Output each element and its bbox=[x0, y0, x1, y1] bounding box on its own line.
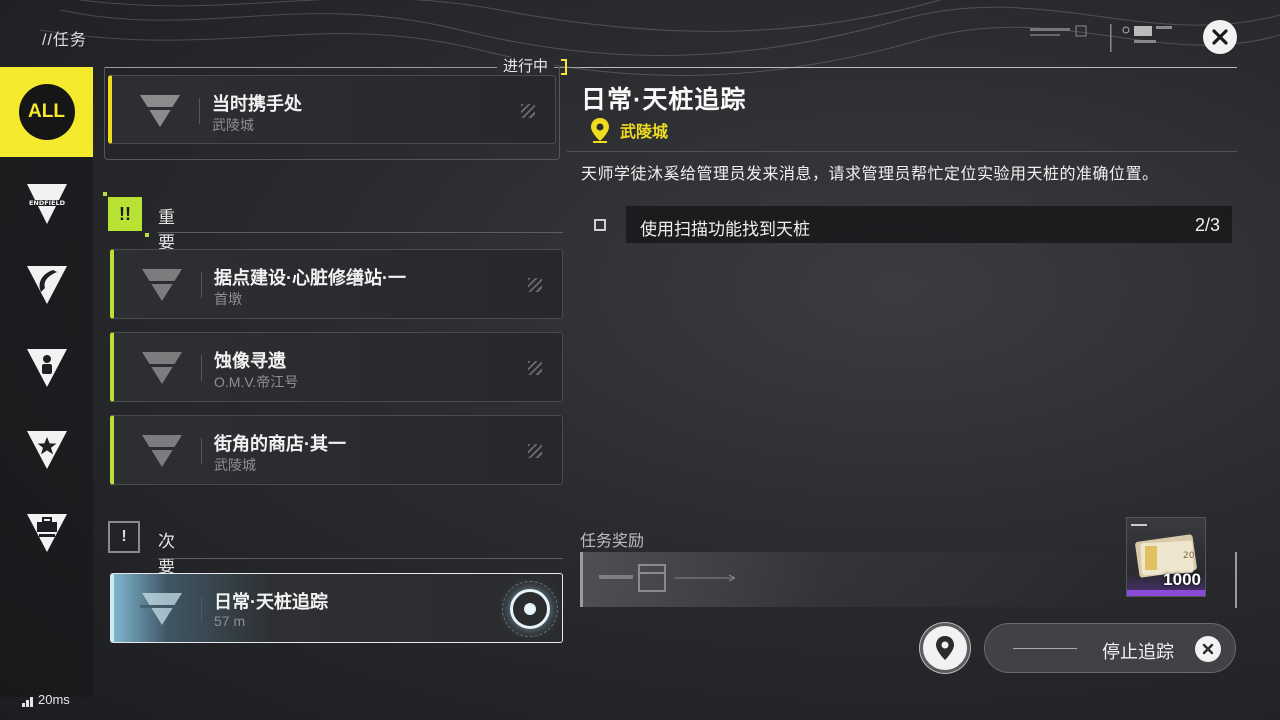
category-all[interactable]: ALL bbox=[0, 67, 93, 157]
stop-tracking-button[interactable]: 停止追踪 bbox=[984, 623, 1236, 673]
stop-tracking-label: 停止追踪 bbox=[1102, 642, 1174, 662]
quest-card-important-2[interactable]: 街角的商店·其一 武陵城 bbox=[110, 415, 563, 485]
important-section-label: 重要 bbox=[158, 208, 175, 252]
banknote-denomination: 20 bbox=[1183, 551, 1195, 561]
quest-location: 武陵城 bbox=[212, 117, 254, 133]
quest-emblem-icon bbox=[140, 593, 184, 625]
category-person[interactable] bbox=[0, 322, 93, 412]
quest-card-important-0[interactable]: 据点建设·心脏修缮站·一 首墩 bbox=[110, 249, 563, 319]
x-icon bbox=[1202, 643, 1214, 655]
ping-value: 20ms bbox=[38, 692, 70, 707]
double-exclamation-icon: !! bbox=[108, 197, 142, 231]
quest-divider bbox=[201, 596, 202, 622]
quest-divider bbox=[201, 272, 202, 298]
objective-checkbox[interactable] bbox=[594, 219, 606, 231]
category-briefcase[interactable] bbox=[0, 487, 93, 577]
quest-name: 据点建设·心脏修缮站·一 bbox=[214, 268, 406, 288]
reward-strip bbox=[580, 552, 1120, 607]
quest-card-important-1[interactable]: 蚀像寻遗 O.M.V.帝江号 bbox=[110, 332, 563, 402]
quest-location: O.M.V.帝江号 bbox=[214, 374, 299, 390]
hatch-decor-icon bbox=[528, 278, 542, 292]
reward-item[interactable]: 20 1000 bbox=[1126, 517, 1206, 597]
reward-label: 任务奖励 bbox=[580, 533, 645, 550]
quest-name: 当时携手处 bbox=[212, 94, 302, 114]
category-blade[interactable] bbox=[0, 239, 93, 329]
close-icon bbox=[1212, 29, 1228, 45]
page-title: //任务 bbox=[42, 32, 87, 49]
quest-distance: 57 m bbox=[214, 613, 246, 629]
location-pin-icon bbox=[591, 118, 609, 143]
reward-item-count: 1000 bbox=[1163, 570, 1201, 589]
quest-emblem-icon bbox=[140, 352, 184, 384]
detail-title: 日常·天桩追踪 bbox=[581, 86, 747, 114]
detail-description: 天师学徒沐奚给管理员发来消息，请求管理员帮忙定位实验用天桩的准确位置。 bbox=[581, 166, 1159, 183]
corner-dot bbox=[103, 192, 107, 196]
map-button[interactable] bbox=[920, 623, 970, 673]
quest-divider bbox=[199, 98, 200, 124]
stop-close-icon bbox=[1195, 636, 1221, 662]
all-badge-icon: ALL bbox=[18, 84, 75, 140]
category-star[interactable] bbox=[0, 404, 93, 494]
quest-emblem-icon bbox=[138, 95, 182, 127]
hatch-decor-icon bbox=[528, 444, 542, 458]
close-button[interactable] bbox=[1203, 20, 1237, 54]
corner-dot bbox=[145, 233, 149, 237]
person-emblem-icon bbox=[26, 349, 67, 387]
category-endfield[interactable]: ENDFIELD bbox=[0, 159, 93, 249]
detail-header-divider bbox=[580, 67, 1237, 68]
exclamation-icon: ! bbox=[108, 521, 140, 553]
header-decoration bbox=[1030, 24, 1172, 52]
quest-emblem-icon bbox=[140, 435, 184, 467]
minor-section-label: 次要 bbox=[158, 532, 175, 576]
tracking-target-icon[interactable] bbox=[510, 589, 550, 629]
detail-location-name: 武陵城 bbox=[620, 124, 669, 141]
endfield-emblem-text: ENDFIELD bbox=[28, 199, 65, 207]
quest-emblem-icon bbox=[140, 269, 184, 301]
signal-bars-icon bbox=[22, 697, 34, 707]
blade-emblem-icon bbox=[26, 266, 67, 304]
map-pin-icon bbox=[936, 636, 954, 660]
quest-divider bbox=[201, 355, 202, 381]
briefcase-emblem-icon bbox=[26, 514, 67, 552]
in-progress-tag-mark bbox=[561, 59, 567, 75]
in-progress-quest-card[interactable]: 当时携手处 武陵城 bbox=[108, 75, 556, 144]
detail-divider bbox=[567, 151, 1237, 152]
rarity-bar bbox=[1127, 590, 1205, 596]
detail-location: 武陵城 bbox=[590, 116, 668, 144]
endfield-emblem-icon: ENDFIELD bbox=[26, 184, 67, 224]
quest-location: 首墩 bbox=[214, 291, 242, 307]
hatch-decor-icon bbox=[528, 361, 542, 375]
section-divider bbox=[158, 558, 563, 559]
stop-tracking-decor-line bbox=[1013, 648, 1077, 649]
quest-name: 蚀像寻遗 bbox=[214, 351, 286, 371]
reward-end-line bbox=[1235, 552, 1237, 608]
star-emblem-icon bbox=[26, 431, 67, 469]
quest-location: 武陵城 bbox=[214, 457, 256, 473]
category-sidebar: ALL ENDFIELD bbox=[0, 67, 93, 697]
objective-text: 使用扫描功能找到天桩 bbox=[640, 220, 810, 239]
section-divider bbox=[158, 232, 563, 233]
quest-name: 日常·天桩追踪 bbox=[214, 592, 328, 612]
quest-name: 街角的商店·其一 bbox=[214, 434, 346, 454]
objective-progress: 2/3 bbox=[1194, 215, 1220, 235]
objective-row: 使用扫描功能找到天桩 2/3 bbox=[626, 206, 1232, 243]
quest-divider bbox=[201, 438, 202, 464]
reward-box-decor-icon bbox=[599, 564, 735, 592]
quest-card-minor-0[interactable]: 日常·天桩追踪 57 m bbox=[110, 573, 563, 643]
hatch-decor-icon bbox=[521, 104, 535, 118]
network-ping: 20ms bbox=[22, 692, 70, 707]
